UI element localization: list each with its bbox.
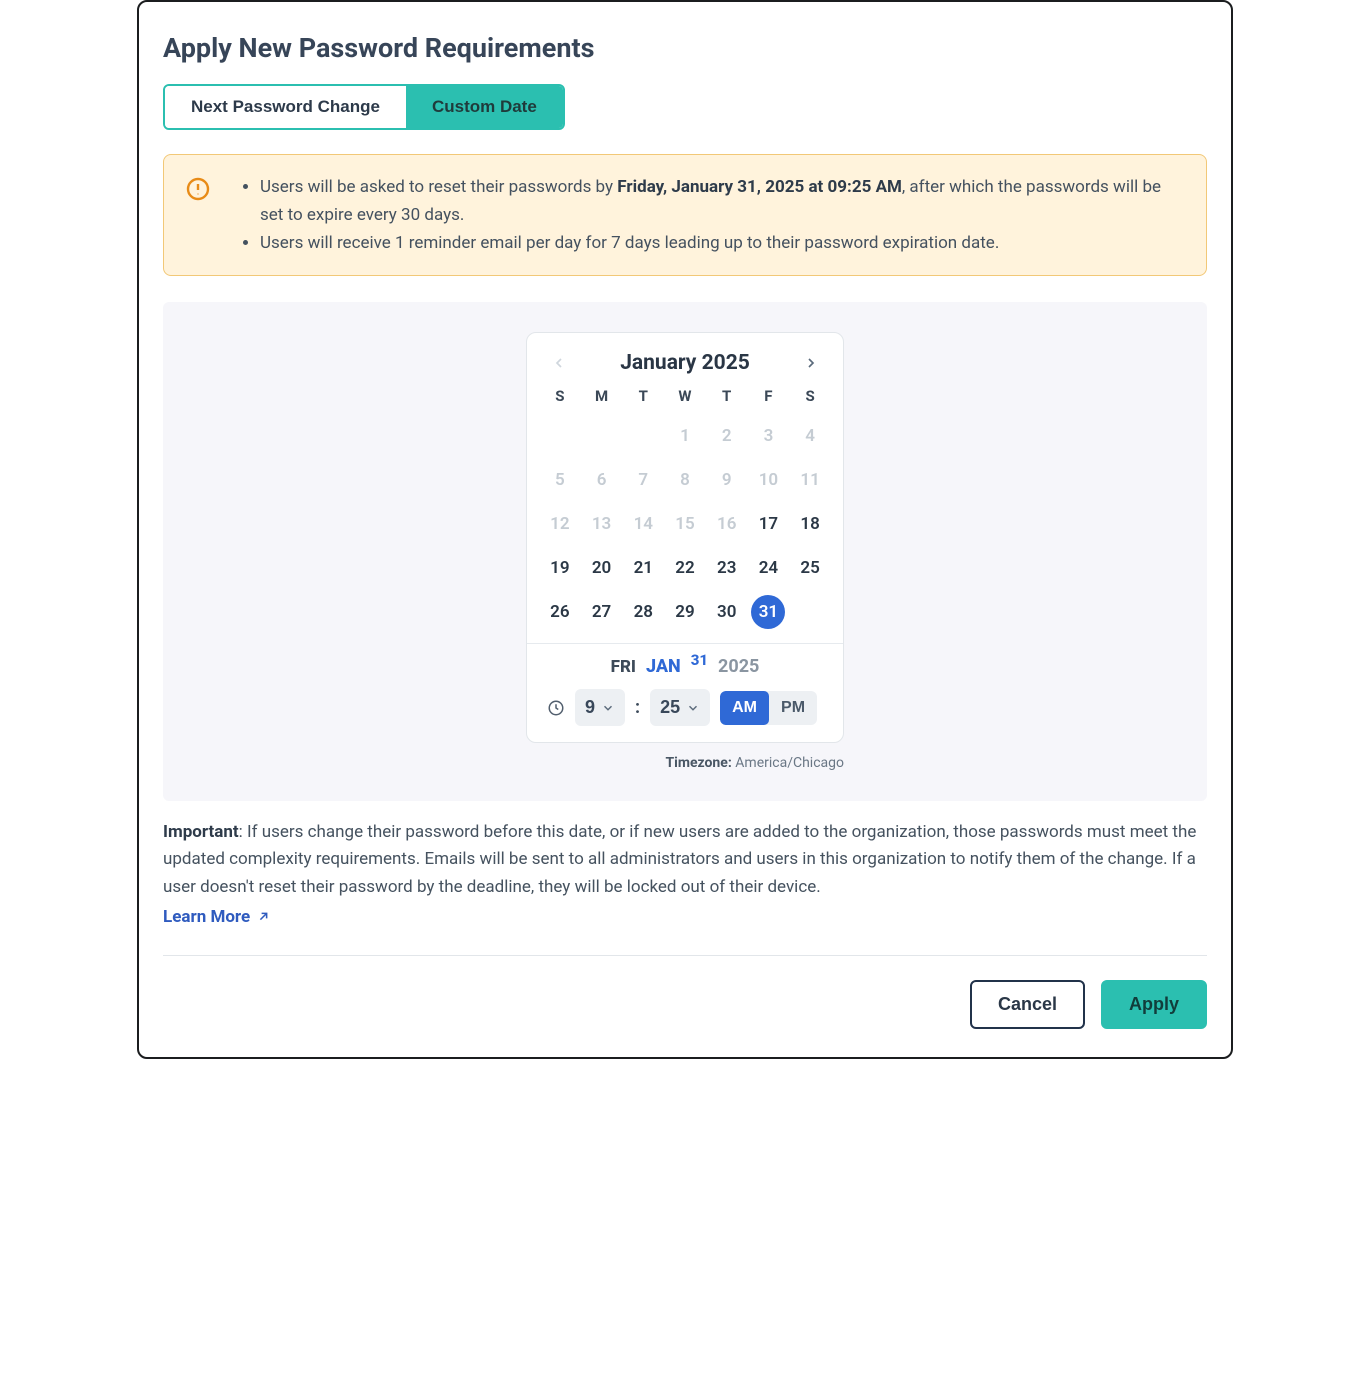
calendar-day[interactable]: 17 — [748, 507, 790, 541]
chevron-down-icon — [601, 701, 615, 715]
calendar-day: 13 — [581, 507, 623, 541]
calendar-day[interactable]: 24 — [748, 551, 790, 585]
learn-more-link[interactable]: Learn More — [163, 907, 271, 927]
important-note: Important: If users change their passwor… — [163, 819, 1207, 901]
footer-separator — [163, 955, 1207, 956]
calendar-day: 2 — [706, 419, 748, 453]
calendar-day[interactable]: 23 — [706, 551, 748, 585]
calendar-dow: S — [539, 387, 581, 409]
calendar: January 2025 SMTWTFS12345678910111213141… — [526, 332, 844, 743]
password-requirements-dialog: Apply New Password Requirements Next Pas… — [137, 0, 1233, 1059]
calendar-next-button[interactable] — [797, 349, 825, 377]
calendar-day[interactable]: 25 — [789, 551, 831, 585]
calendar-title: January 2025 — [620, 351, 750, 375]
calendar-day — [622, 419, 664, 453]
alert-bullet-2: Users will receive 1 reminder email per … — [260, 229, 1184, 257]
calendar-day: 8 — [664, 463, 706, 497]
ampm-toggle: AM PM — [720, 691, 817, 725]
selected-day: 31 — [691, 651, 708, 669]
time-colon: : — [635, 697, 640, 718]
date-picker-panel: January 2025 SMTWTFS12345678910111213141… — [163, 302, 1207, 801]
calendar-day[interactable]: 19 — [539, 551, 581, 585]
learn-more-text: Learn More — [163, 907, 250, 927]
tab-custom-date[interactable]: Custom Date — [406, 86, 563, 128]
calendar-day[interactable]: 18 — [789, 507, 831, 541]
external-link-icon — [256, 909, 271, 924]
calendar-dow: T — [706, 387, 748, 409]
chevron-down-icon — [686, 701, 700, 715]
calendar-day: 10 — [748, 463, 790, 497]
calendar-day: 16 — [706, 507, 748, 541]
chevron-right-icon — [803, 353, 819, 373]
hour-value: 9 — [585, 697, 595, 718]
important-text: : If users change their password before … — [163, 822, 1196, 896]
info-alert: Users will be asked to reset their passw… — [163, 154, 1207, 276]
alert-bullet-1-pre: Users will be asked to reset their passw… — [260, 177, 617, 197]
calendar-day: 1 — [664, 419, 706, 453]
time-row: 9 : 25 AM PM — [539, 689, 831, 726]
calendar-day — [581, 419, 623, 453]
selected-year: 2025 — [718, 656, 759, 677]
calendar-dow: F — [748, 387, 790, 409]
minute-select[interactable]: 25 — [650, 689, 710, 726]
alert-bullet-1: Users will be asked to reset their passw… — [260, 173, 1184, 229]
selected-month: JAN — [646, 656, 681, 677]
apply-button[interactable]: Apply — [1101, 980, 1207, 1029]
tab-next-password-change[interactable]: Next Password Change — [165, 86, 406, 128]
mode-tabs: Next Password Change Custom Date — [163, 84, 565, 130]
important-label: Important — [163, 822, 239, 842]
calendar-day[interactable]: 22 — [664, 551, 706, 585]
calendar-dow: M — [581, 387, 623, 409]
calendar-day: 6 — [581, 463, 623, 497]
timezone-value: America/Chicago — [735, 755, 844, 771]
dialog-footer: Cancel Apply — [163, 980, 1207, 1029]
page-title: Apply New Password Requirements — [163, 32, 1207, 64]
calendar-day[interactable]: 29 — [664, 595, 706, 629]
calendar-header: January 2025 — [539, 345, 831, 387]
calendar-day[interactable]: 28 — [622, 595, 664, 629]
calendar-dow: W — [664, 387, 706, 409]
calendar-day: 5 — [539, 463, 581, 497]
minute-value: 25 — [660, 697, 680, 718]
timezone-label-prefix: Timezone: — [665, 755, 735, 771]
calendar-day: 7 — [622, 463, 664, 497]
clock-icon — [547, 699, 565, 717]
calendar-day: 9 — [706, 463, 748, 497]
calendar-day[interactable]: 20 — [581, 551, 623, 585]
alert-list: Users will be asked to reset their passw… — [230, 173, 1184, 257]
calendar-day[interactable]: 31 — [748, 595, 790, 629]
calendar-grid: SMTWTFS123456789101112131415161718192021… — [539, 387, 831, 629]
calendar-divider — [527, 643, 843, 644]
calendar-day: 11 — [789, 463, 831, 497]
calendar-day: 3 — [748, 419, 790, 453]
alert-bullet-1-strong: Friday, January 31, 2025 at 09:25 AM — [617, 177, 902, 197]
timezone-label: Timezone: America/Chicago — [526, 755, 844, 771]
calendar-day[interactable]: 27 — [581, 595, 623, 629]
calendar-day[interactable]: 21 — [622, 551, 664, 585]
calendar-dow: S — [789, 387, 831, 409]
calendar-dow: T — [622, 387, 664, 409]
calendar-day: 15 — [664, 507, 706, 541]
calendar-day: 14 — [622, 507, 664, 541]
calendar-day: 12 — [539, 507, 581, 541]
selected-dow: FRI — [611, 657, 636, 677]
hour-select[interactable]: 9 — [575, 689, 625, 726]
calendar-day[interactable]: 26 — [539, 595, 581, 629]
calendar-prev-button[interactable] — [545, 349, 573, 377]
selected-date-label: FRI JAN 31 2025 — [539, 656, 831, 677]
am-button[interactable]: AM — [720, 691, 769, 725]
chevron-left-icon — [551, 353, 567, 373]
cancel-button[interactable]: Cancel — [970, 980, 1085, 1029]
calendar-day — [539, 419, 581, 453]
calendar-day[interactable]: 30 — [706, 595, 748, 629]
calendar-day: 4 — [789, 419, 831, 453]
pm-button[interactable]: PM — [769, 691, 817, 725]
alert-icon — [186, 177, 210, 201]
